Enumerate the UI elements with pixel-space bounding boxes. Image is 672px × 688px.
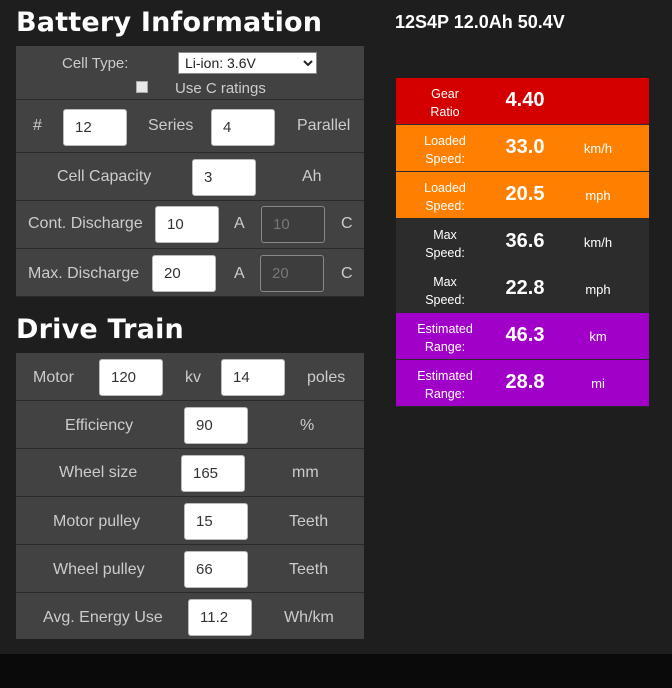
cell-type-select[interactable]: Li-ion: 3.6V: [178, 52, 317, 74]
result-value: 33.0: [505, 136, 545, 158]
series-label: Series: [148, 117, 194, 134]
result-row: Loaded Speed: 33.0 km/h: [396, 125, 649, 172]
result-value: 36.6: [505, 230, 545, 252]
result-unit: km: [589, 329, 607, 344]
result-value: 20.5: [505, 183, 545, 205]
result-value: 46.3: [505, 324, 545, 346]
motor-pulley-input[interactable]: [184, 503, 248, 540]
efficiency-unit: %: [300, 417, 315, 434]
cont-discharge-c-input: [261, 206, 325, 243]
energy-use-input[interactable]: [188, 599, 252, 636]
motor-pulley-row: Motor pulley Teeth: [16, 497, 364, 545]
result-value: 22.8: [505, 277, 545, 299]
result-unit: mph: [585, 188, 611, 203]
result-unit: mi: [591, 376, 605, 391]
parallel-label: Parallel: [297, 117, 351, 134]
result-row: Estimated Range: 28.8 mi: [396, 360, 649, 407]
footer-band: [0, 654, 672, 688]
result-unit: km/h: [583, 235, 613, 250]
cell-capacity-label: Cell Capacity: [57, 168, 152, 185]
result-row: Max Speed: 36.6 km/h: [396, 219, 649, 266]
cont-discharge-amps-unit: A: [234, 215, 245, 232]
result-row: Estimated Range: 46.3 km: [396, 313, 649, 360]
max-discharge-label: Max. Discharge: [28, 265, 140, 282]
use-c-ratings-checkbox[interactable]: [136, 81, 148, 93]
result-row: Loaded Speed: 20.5 mph: [396, 172, 649, 219]
result-label: Loaded Speed:: [424, 134, 466, 166]
cont-discharge-amps-input[interactable]: [155, 206, 219, 243]
parallel-input[interactable]: [211, 109, 275, 146]
result-row: Gear Ratio 4.40: [396, 78, 649, 125]
result-label: Max Speed:: [425, 275, 465, 307]
wheel-size-row: Wheel size mm: [16, 449, 364, 497]
result-label: Max Speed:: [425, 228, 465, 260]
battery-section-title: Battery Information: [16, 7, 323, 38]
motor-kv-input[interactable]: [99, 359, 163, 396]
cont-discharge-c-unit: C: [341, 215, 353, 232]
capacity-row: Cell Capacity Ah: [16, 153, 364, 201]
wheel-pulley-label: Wheel pulley: [53, 561, 145, 578]
series-parallel-row: # Series Parallel: [16, 100, 364, 153]
motor-row: Motor kv poles: [16, 353, 364, 401]
result-unit: km/h: [583, 141, 613, 156]
motor-kv-unit: kv: [185, 369, 201, 386]
wheel-pulley-input[interactable]: [184, 551, 248, 588]
efficiency-row: Efficiency %: [16, 401, 364, 449]
cell-capacity-input[interactable]: [192, 159, 256, 196]
battery-config-summary: 12S4P 12.0Ah 50.4V: [395, 12, 565, 32]
cont-discharge-label: Cont. Discharge: [28, 215, 143, 232]
wheel-size-unit: mm: [292, 464, 319, 481]
motor-pulley-label: Motor pulley: [53, 513, 141, 530]
motor-poles-unit: poles: [307, 369, 346, 386]
motor-pulley-unit: Teeth: [289, 513, 329, 530]
cont-discharge-row: Cont. Discharge A C: [16, 201, 364, 249]
cell-type-row: Cell Type: Li-ion: 3.6V Use C ratings: [16, 46, 364, 100]
max-discharge-amps-input[interactable]: [152, 255, 216, 292]
result-label: Estimated Range:: [417, 322, 473, 354]
cell-count-hash: #: [33, 117, 42, 134]
max-discharge-c-input: [260, 255, 324, 292]
max-discharge-row: Max. Discharge A C: [16, 249, 364, 297]
efficiency-label: Efficiency: [65, 417, 134, 434]
result-label: Gear Ratio: [430, 87, 460, 119]
energy-use-unit: Wh/km: [284, 609, 334, 626]
efficiency-input[interactable]: [184, 407, 248, 444]
max-discharge-amps-unit: A: [234, 265, 245, 282]
series-input[interactable]: [63, 109, 127, 146]
energy-use-label: Avg. Energy Use: [43, 609, 163, 626]
wheel-size-label: Wheel size: [59, 464, 138, 481]
result-value: 4.40: [505, 89, 545, 111]
cell-type-label: Cell Type:: [62, 55, 129, 72]
use-c-ratings-label: Use C ratings: [175, 80, 266, 97]
motor-poles-input[interactable]: [221, 359, 285, 396]
results-panel: Gear Ratio 4.40 Loaded Speed: 33.0 km/h Lo…: [396, 78, 649, 407]
wheel-pulley-row: Wheel pulley Teeth: [16, 545, 364, 593]
wheel-pulley-unit: Teeth: [289, 561, 329, 578]
cell-capacity-unit: Ah: [302, 168, 322, 185]
drivetrain-panel: Motor kv poles Efficiency % Wheel size m…: [16, 353, 364, 639]
battery-panel: Cell Type: Li-ion: 3.6V Use C ratings # …: [16, 46, 364, 297]
max-discharge-c-unit: C: [341, 265, 353, 282]
wheel-size-input[interactable]: [181, 455, 245, 492]
result-unit: mph: [585, 282, 611, 297]
motor-label: Motor: [33, 369, 74, 386]
result-row: Max Speed: 22.8 mph: [396, 266, 649, 313]
result-label: Estimated Range:: [417, 369, 473, 401]
result-label: Loaded Speed:: [424, 181, 466, 213]
drivetrain-section-title: Drive Train: [16, 314, 184, 345]
result-value: 28.8: [505, 371, 545, 393]
energy-use-row: Avg. Energy Use Wh/km: [16, 593, 364, 639]
